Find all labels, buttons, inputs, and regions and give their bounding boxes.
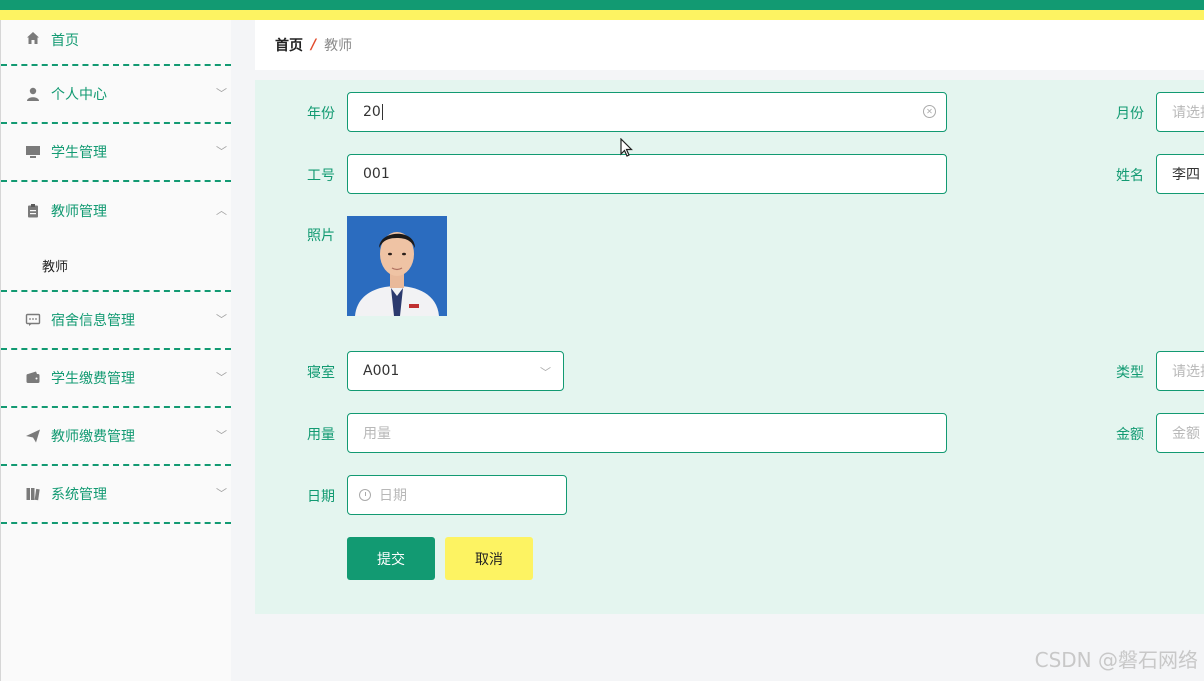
month-select[interactable]: 请选择 [1156, 92, 1204, 132]
sidebar-item-system[interactable]: 系统管理 ﹀ [1, 466, 231, 524]
dorm-label: 寝室 [307, 365, 335, 381]
sidebar-item-home[interactable]: 首页 [1, 20, 231, 66]
top-bar-green [0, 0, 1204, 10]
monitor-icon [25, 144, 41, 160]
clear-icon[interactable]: ✕ [923, 105, 936, 118]
watermark: CSDN @磐石网络 [1034, 648, 1198, 672]
type-placeholder: 请选择 [1172, 364, 1204, 380]
name-input[interactable]: 李四 [1156, 154, 1204, 194]
sidebar-item-label: 教师缴费管理 [51, 429, 135, 445]
chevron-down-icon: ﹀ [216, 87, 227, 101]
home-icon [25, 30, 41, 46]
book-icon [25, 486, 41, 502]
chevron-down-icon: ﹀ [216, 145, 227, 159]
sidebar-item-label: 学生管理 [51, 145, 107, 161]
sidebar-item-students[interactable]: 学生管理 ﹀ [1, 124, 231, 182]
photo-image[interactable] [347, 216, 447, 316]
sidebar-item-teacher-fee[interactable]: 教师缴费管理 ﹀ [1, 408, 231, 466]
month-placeholder: 请选择 [1172, 105, 1204, 121]
breadcrumb-current: 教师 [324, 38, 353, 54]
top-bar-yellow [0, 10, 1204, 20]
year-input[interactable]: 20 ✕ [347, 92, 947, 132]
sidebar-item-label: 宿舍信息管理 [51, 313, 135, 329]
name-value: 李四 [1172, 167, 1200, 183]
chevron-down-icon: ﹀ [540, 366, 551, 379]
chevron-down-icon: ﹀ [216, 487, 227, 501]
photo-label: 照片 [307, 228, 335, 244]
amount-input[interactable]: 金额 [1156, 413, 1204, 453]
staff-id-value: 001 [363, 166, 390, 182]
user-icon [25, 86, 41, 102]
sidebar-item-label: 学生缴费管理 [51, 371, 135, 387]
chevron-down-icon: ﹀ [216, 371, 227, 385]
send-icon [25, 428, 41, 444]
usage-placeholder: 用量 [363, 426, 391, 442]
breadcrumb: 首页 / 教师 [255, 20, 1204, 70]
usage-input[interactable]: 用量 [347, 413, 947, 453]
sidebar-item-label: 教师管理 [51, 204, 107, 220]
sidebar-item-profile[interactable]: 个人中心 ﹀ [1, 66, 231, 124]
teacher-submenu: 教师 [1, 240, 231, 292]
amount-label: 金额 [1116, 427, 1144, 443]
clock-icon [359, 489, 371, 501]
sidebar-item-label: 个人中心 [51, 87, 107, 103]
breadcrumb-home[interactable]: 首页 [275, 35, 303, 55]
chevron-up-icon: ︿ [216, 204, 227, 218]
staff-id-label: 工号 [307, 168, 335, 184]
breadcrumb-separator: / [311, 37, 317, 53]
text-caret [381, 104, 383, 120]
date-placeholder: 日期 [379, 488, 407, 504]
mouse-cursor-icon [620, 137, 634, 162]
staff-id-input[interactable]: 001 [347, 154, 947, 194]
year-value: 20 [363, 104, 381, 120]
usage-label: 用量 [307, 427, 335, 443]
type-label: 类型 [1116, 365, 1144, 381]
wallet-icon [25, 370, 41, 386]
sidebar-subitem-teacher[interactable]: 教师 [1, 240, 231, 290]
month-label: 月份 [1116, 106, 1144, 122]
sidebar: 首页 个人中心 ﹀ 学生管理 ﹀ 教师管理 ︿ 教师 宿舍信息管理 ﹀ 学生缴费… [0, 20, 231, 681]
date-picker[interactable]: 日期 [347, 475, 567, 515]
clipboard-icon [25, 203, 41, 219]
dorm-select[interactable]: A001 ﹀ [347, 351, 564, 391]
chevron-down-icon: ﹀ [216, 429, 227, 443]
submit-button[interactable]: 提交 [347, 537, 435, 580]
sidebar-item-dorm[interactable]: 宿舍信息管理 ﹀ [1, 292, 231, 350]
cancel-button[interactable]: 取消 [445, 537, 533, 580]
name-label: 姓名 [1116, 168, 1144, 184]
type-select[interactable]: 请选择 [1156, 351, 1204, 391]
year-label: 年份 [307, 106, 335, 122]
sidebar-item-label: 首页 [51, 33, 79, 49]
sidebar-item-student-fee[interactable]: 学生缴费管理 ﹀ [1, 350, 231, 408]
sidebar-item-teachers[interactable]: 教师管理 ︿ [1, 182, 231, 240]
chat-icon [25, 312, 41, 328]
date-label: 日期 [307, 489, 335, 505]
chevron-down-icon: ﹀ [216, 313, 227, 327]
amount-placeholder: 金额 [1172, 426, 1200, 442]
sidebar-item-label: 系统管理 [51, 487, 107, 503]
dorm-value: A001 [363, 363, 400, 379]
